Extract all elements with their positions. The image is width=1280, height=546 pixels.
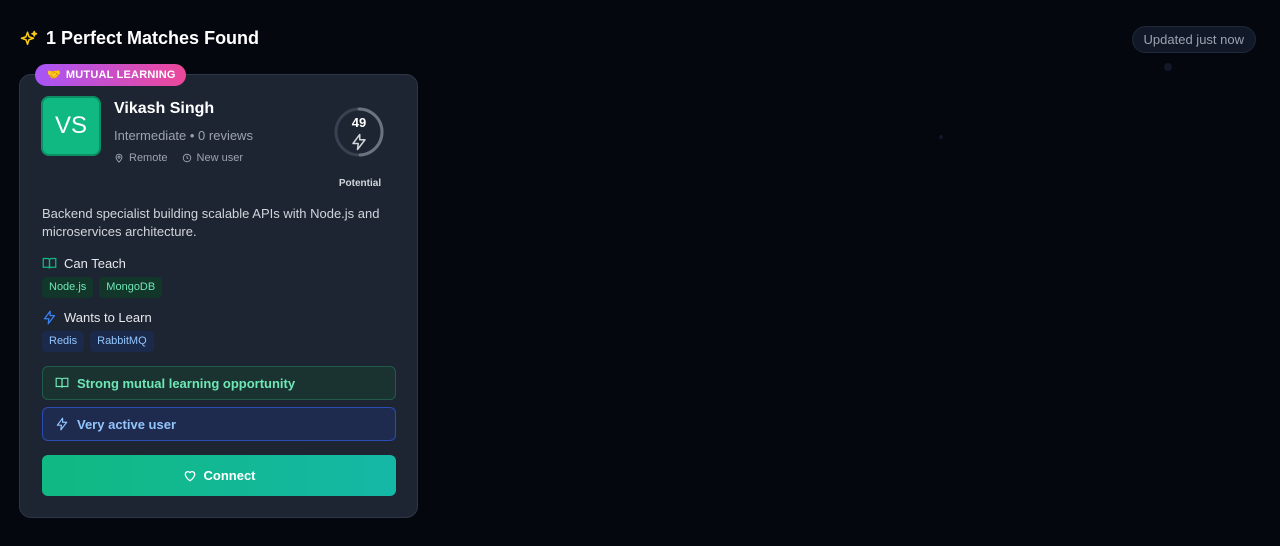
handshake-icon: 🤝 bbox=[47, 69, 61, 81]
mutual-learning-badge: 🤝 MUTUAL LEARNING bbox=[35, 64, 186, 86]
badge-label: MUTUAL LEARNING bbox=[65, 69, 176, 81]
wants-to-learn-title: Wants to Learn bbox=[64, 310, 152, 325]
map-pin-icon bbox=[115, 153, 123, 163]
insight-active-user: Very active user bbox=[42, 407, 396, 441]
insight-text: Very active user bbox=[77, 416, 177, 432]
location-text: Remote bbox=[129, 152, 168, 164]
match-score-value: 49 bbox=[351, 115, 367, 130]
book-open-icon bbox=[42, 257, 57, 269]
can-teach-title: Can Teach bbox=[64, 256, 126, 271]
user-level-reviews: Intermediate • 0 reviews bbox=[114, 128, 253, 143]
insight-mutual-learning: Strong mutual learning opportunity bbox=[42, 366, 396, 400]
heart-icon bbox=[184, 470, 195, 481]
user-bio: Backend specialist building scalable API… bbox=[42, 206, 380, 239]
skill-tag: RabbitMQ bbox=[90, 331, 154, 352]
avatar: VS bbox=[41, 96, 101, 156]
zap-icon bbox=[56, 417, 68, 431]
can-teach-heading: Can Teach bbox=[42, 256, 126, 271]
skill-tag: Node.js bbox=[42, 277, 94, 298]
can-teach-tags: Node.js MongoDB bbox=[42, 277, 163, 298]
location-item: Remote bbox=[114, 152, 168, 164]
insight-text: Strong mutual learning opportunity bbox=[77, 375, 296, 391]
tenure-text: New user bbox=[196, 152, 243, 164]
connect-button[interactable]: Connect bbox=[42, 455, 396, 496]
page-title: 1 Perfect Matches Found bbox=[46, 28, 260, 48]
background-dot bbox=[939, 135, 943, 139]
skill-tag: MongoDB bbox=[99, 277, 163, 298]
updated-status-badge: Updated just now bbox=[1131, 26, 1256, 53]
connect-label: Connect bbox=[203, 468, 256, 483]
wants-to-learn-tags: Redis RabbitMQ bbox=[42, 331, 154, 352]
user-name: Vikash Singh bbox=[114, 100, 215, 117]
clock-icon bbox=[182, 153, 191, 163]
tenure-item: New user bbox=[182, 152, 243, 164]
zap-icon bbox=[43, 310, 56, 325]
wants-to-learn-heading: Wants to Learn bbox=[42, 310, 152, 325]
sparkles-icon bbox=[20, 30, 38, 48]
skill-tag: Redis bbox=[42, 331, 85, 352]
match-score-label: Potential bbox=[338, 178, 382, 189]
book-open-icon bbox=[55, 377, 69, 388]
background-dot bbox=[1164, 63, 1172, 71]
zap-icon bbox=[352, 133, 366, 151]
match-card: 🤝 MUTUAL LEARNING VS Vikash Singh Interm… bbox=[19, 64, 418, 518]
results-header: 1 Perfect Matches Found bbox=[20, 28, 259, 49]
user-meta-row: Remote New user bbox=[114, 152, 243, 164]
match-score-ring: 49 bbox=[333, 106, 385, 158]
